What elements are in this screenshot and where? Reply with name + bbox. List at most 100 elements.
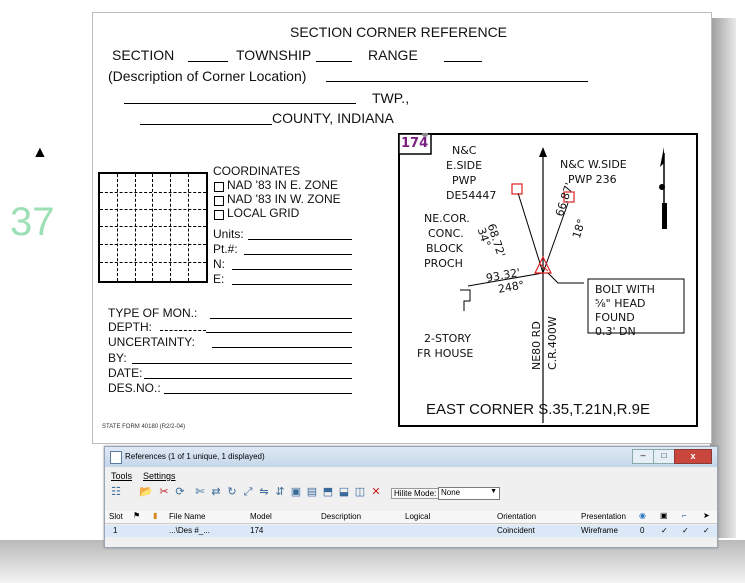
chevron-down-icon: ▼ <box>490 488 497 495</box>
file-icon: ▮ <box>153 511 158 520</box>
bolt3-label: FOUND <box>595 311 635 324</box>
menu-settings[interactable]: Settings <box>143 471 176 481</box>
close-button[interactable]: x <box>674 449 712 464</box>
flag-icon: ⚑ <box>133 511 141 520</box>
hilite-mode-value: None <box>441 488 461 497</box>
col-description[interactable]: Description <box>321 512 361 521</box>
desno-label: DES.NO.: <box>108 381 161 395</box>
col-logical[interactable]: Logical <box>405 512 430 521</box>
block-label: BLOCK <box>426 242 463 255</box>
house2-label: FR HOUSE <box>417 347 474 360</box>
units-label: Units: <box>213 227 244 241</box>
row-file: ...\Des #_... <box>169 526 210 535</box>
rotate-icon[interactable]: ↻ <box>225 485 239 499</box>
pwp-e-label: PWP <box>452 174 477 187</box>
col-file-name[interactable]: File Name <box>169 512 205 521</box>
row-check-locate[interactable]: ✓ <box>703 526 710 535</box>
toolbar: ☷ 📂 ✂ ⟳ ✄ ⇄ ↻ ⤢ ⇋ ⇵ ▣ ▤ ⬒ ⬓ ◫ ✕ Hilite M… <box>105 485 717 503</box>
clip-back-icon[interactable]: ⬓ <box>337 485 351 499</box>
necor-label: NE.COR. <box>424 212 470 225</box>
type-mon-label: TYPE OF MON.: <box>108 306 198 320</box>
range-label: RANGE <box>368 47 418 63</box>
nad-w-checkbox[interactable] <box>214 196 224 206</box>
row-model: 174 <box>250 526 264 535</box>
local-grid-checkbox[interactable] <box>214 210 224 220</box>
e-label: E: <box>213 272 225 286</box>
sketch-drawing <box>398 133 685 423</box>
n-label: N: <box>213 257 225 271</box>
references-window[interactable]: References (1 of 1 unique, 1 displayed) … <box>104 446 718 548</box>
bolt4-label: 0.3' DN <box>595 325 636 338</box>
road2-label: C.R.400W <box>546 316 559 370</box>
clip-mask-icon[interactable]: ▤ <box>305 485 319 499</box>
row-check-display[interactable]: ✓ <box>661 526 668 535</box>
detach-icon[interactable]: ✂ <box>157 485 171 499</box>
references-title: References (1 of 1 unique, 1 displayed) <box>125 452 265 461</box>
section-label: SECTION <box>112 47 175 63</box>
house1-label: 2-STORY <box>424 332 471 345</box>
nc-w-label: N&C W.SIDE <box>560 158 627 171</box>
references-app-icon <box>110 451 122 464</box>
col-presentation[interactable]: Presentation <box>581 512 626 521</box>
locate-icon: ⌐ <box>682 511 687 520</box>
local-grid-label: LOCAL GRID <box>227 206 300 220</box>
move-icon[interactable]: ⇄ <box>209 485 223 499</box>
page-number: 37 <box>10 200 55 244</box>
clip-front-icon[interactable]: ⬒ <box>321 485 335 499</box>
form-title: SECTION CORNER REFERENCE <box>290 24 508 40</box>
snap-icon: ▣ <box>660 511 668 520</box>
hilite-mode-select[interactable]: None ▼ <box>438 487 500 500</box>
cursor-icon: ➤ <box>703 511 710 520</box>
exchange-icon[interactable]: ✕ <box>369 485 383 499</box>
table-row[interactable]: 1 ...\Des #_... 174 Coincident Wireframe… <box>105 525 717 537</box>
clip-boundary-icon[interactable]: ▣ <box>289 485 303 499</box>
nad-e-checkbox[interactable] <box>214 182 224 192</box>
by-label: BY: <box>108 351 127 365</box>
row-slot: 1 <box>113 526 118 535</box>
minimize-button[interactable]: – <box>632 449 654 464</box>
uncertainty-label: UNCERTAINTY: <box>108 335 195 349</box>
coordinates-label: COORDINATES <box>213 164 301 178</box>
depth-label: DEPTH: <box>108 320 153 334</box>
attach-icon[interactable]: 📂 <box>139 485 153 499</box>
de-label: DE54447 <box>446 189 497 202</box>
nad-e-label: NAD '83 IN E. ZONE <box>227 178 338 192</box>
description-label: (Description of Corner Location) <box>108 68 307 84</box>
township-label: TOWNSHIP <box>236 47 312 63</box>
row-orientation: Coincident <box>497 526 535 535</box>
col-model[interactable]: Model <box>250 512 272 521</box>
section-grid <box>98 172 208 283</box>
road1-label: NE80 RD <box>530 321 543 370</box>
display-icon: ◉ <box>639 511 646 520</box>
reload-icon[interactable]: ⟳ <box>173 485 187 499</box>
menu-tools[interactable]: Tools <box>111 471 132 481</box>
proch-label: PROCH <box>424 257 463 270</box>
scale-icon[interactable]: ⤢ <box>241 485 255 499</box>
row-check-snap[interactable]: ✓ <box>682 526 689 535</box>
cut-icon[interactable]: ✄ <box>193 485 207 499</box>
hilite-mode-label: Hilite Mode: <box>391 488 440 499</box>
merge-icon[interactable]: ◫ <box>353 485 367 499</box>
list-icon[interactable]: ☷ <box>109 485 123 499</box>
county-label: COUNTY, INDIANA <box>272 110 394 126</box>
nad-w-label: NAD '83 IN W. ZONE <box>227 192 341 206</box>
bolt2-label: ⅝" HEAD <box>595 297 646 310</box>
maximize-button[interactable]: □ <box>653 449 675 464</box>
table-header: Slot ⚑ ▮ File Name Model Description Log… <box>105 511 717 524</box>
mirror-h-icon[interactable]: ⇋ <box>257 485 271 499</box>
row-presentation: Wireframe <box>581 526 618 535</box>
col-orientation[interactable]: Orientation <box>497 512 536 521</box>
pt-label: Pt.#: <box>213 242 238 256</box>
sketch-number: 174 <box>401 136 429 151</box>
up-arrow-icon: ▲ <box>32 144 48 161</box>
conc-label: CONC. <box>428 227 464 240</box>
sketch-caption: EAST CORNER S.35,T.21N,R.9E <box>426 401 650 418</box>
col-slot[interactable]: Slot <box>109 512 123 521</box>
mirror-v-icon[interactable]: ⇵ <box>273 485 287 499</box>
date-label: DATE: <box>108 366 143 380</box>
nc-e-label: N&C <box>452 144 477 157</box>
eside-label: E.SIDE <box>446 159 483 172</box>
row-num: 0 <box>640 526 645 535</box>
state-form-label: STATE FORM 40180 (R2/2-04) <box>102 424 186 430</box>
bolt1-label: BOLT WITH <box>595 283 655 296</box>
